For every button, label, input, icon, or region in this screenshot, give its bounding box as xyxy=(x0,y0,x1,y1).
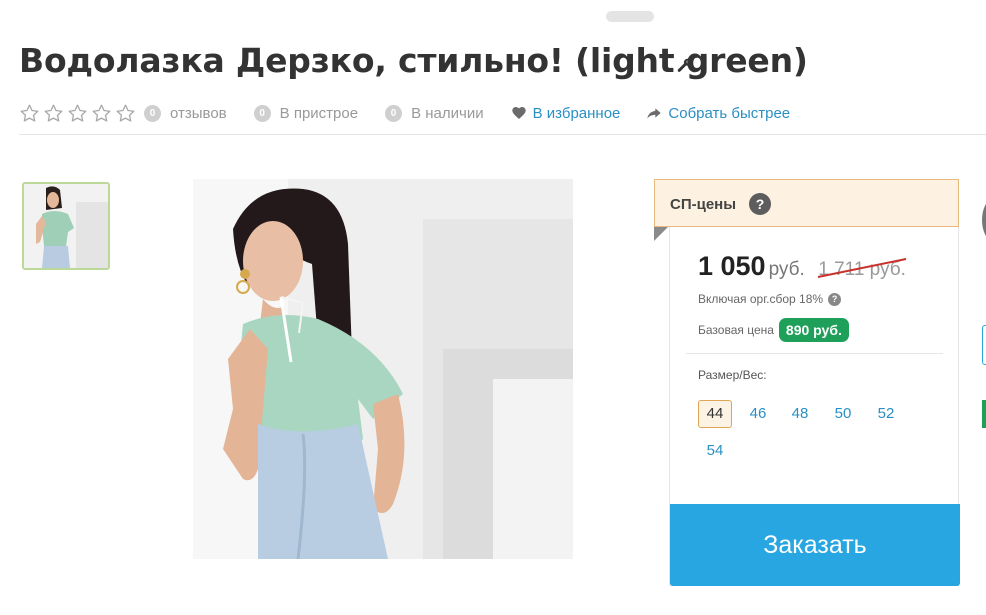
including-fee-note: Включая орг.сбор 18% ? xyxy=(698,292,842,306)
star-icon[interactable] xyxy=(115,103,136,124)
star-icon[interactable] xyxy=(67,103,88,124)
rating-stars[interactable] xyxy=(19,103,136,124)
currency-label: руб. xyxy=(768,259,805,280)
base-price-badge: 890 руб. xyxy=(778,318,849,342)
current-price: 1 050 xyxy=(698,251,766,281)
header-divider xyxy=(19,134,986,135)
collect-faster-button[interactable]: Собрать быстрее xyxy=(646,105,790,122)
size-option-48[interactable]: 48 xyxy=(783,400,817,428)
product-thumbnail[interactable] xyxy=(22,182,110,270)
reviews-link[interactable]: отзывов xyxy=(170,105,227,122)
thumbnail-image xyxy=(24,184,108,268)
order-button[interactable]: Заказать xyxy=(670,504,960,586)
reviews-count-badge: 0 xyxy=(144,104,161,122)
size-option-52[interactable]: 52 xyxy=(869,400,903,428)
size-option-54[interactable]: 54 xyxy=(698,437,732,465)
right-column-clipped xyxy=(978,0,986,615)
product-meta-bar: 0 отзывов 0 В пристрое 0 В наличии В изб… xyxy=(19,102,790,124)
star-icon[interactable] xyxy=(91,103,112,124)
size-option-46[interactable]: 46 xyxy=(741,400,775,428)
stock-label: В наличии xyxy=(411,104,484,122)
ribbon-fold xyxy=(654,227,668,241)
attached-count-badge: 0 xyxy=(253,104,271,122)
price-divider xyxy=(686,353,943,354)
base-price-row: Базовая цена 890 руб. xyxy=(698,318,849,342)
size-label: Размер/Вес: xyxy=(698,368,767,382)
size-option-44[interactable]: 44 xyxy=(698,400,732,428)
collect-faster-label: Собрать быстрее xyxy=(668,104,791,122)
heart-icon xyxy=(511,107,526,119)
sp-prices-header: СП-цены ? xyxy=(654,179,959,227)
price-line: 1 050 руб. 1 711 руб. xyxy=(698,251,907,282)
fee-help-icon[interactable]: ? xyxy=(828,292,842,306)
share-arrow-icon xyxy=(647,108,662,119)
including-fee-text: Включая орг.сбор 18% xyxy=(698,292,824,306)
size-option-50[interactable]: 50 xyxy=(826,400,860,428)
base-price-label: Базовая цена xyxy=(698,323,774,337)
drag-handle[interactable] xyxy=(606,11,654,22)
old-price: 1 711 руб. xyxy=(818,258,907,281)
star-icon[interactable] xyxy=(43,103,64,124)
star-icon[interactable] xyxy=(19,103,40,124)
stock-count-badge: 0 xyxy=(385,104,403,122)
favorite-label: В избранное xyxy=(532,104,621,122)
clipped-green-box xyxy=(982,400,986,428)
product-photo xyxy=(193,179,573,559)
attached-label: В пристрое xyxy=(279,104,359,122)
favorite-button[interactable]: В избранное xyxy=(511,104,621,122)
avatar xyxy=(982,200,986,240)
wrench-icon[interactable] xyxy=(676,57,693,74)
price-card: 1 050 руб. 1 711 руб. Включая орг.сбор 18… xyxy=(669,227,960,586)
product-main-image[interactable] xyxy=(193,179,573,559)
sp-prices-label: СП-цены xyxy=(670,196,737,213)
strikethrough-icon xyxy=(818,258,907,278)
help-icon[interactable]: ? xyxy=(749,193,771,215)
clipped-outline-box xyxy=(982,325,986,365)
